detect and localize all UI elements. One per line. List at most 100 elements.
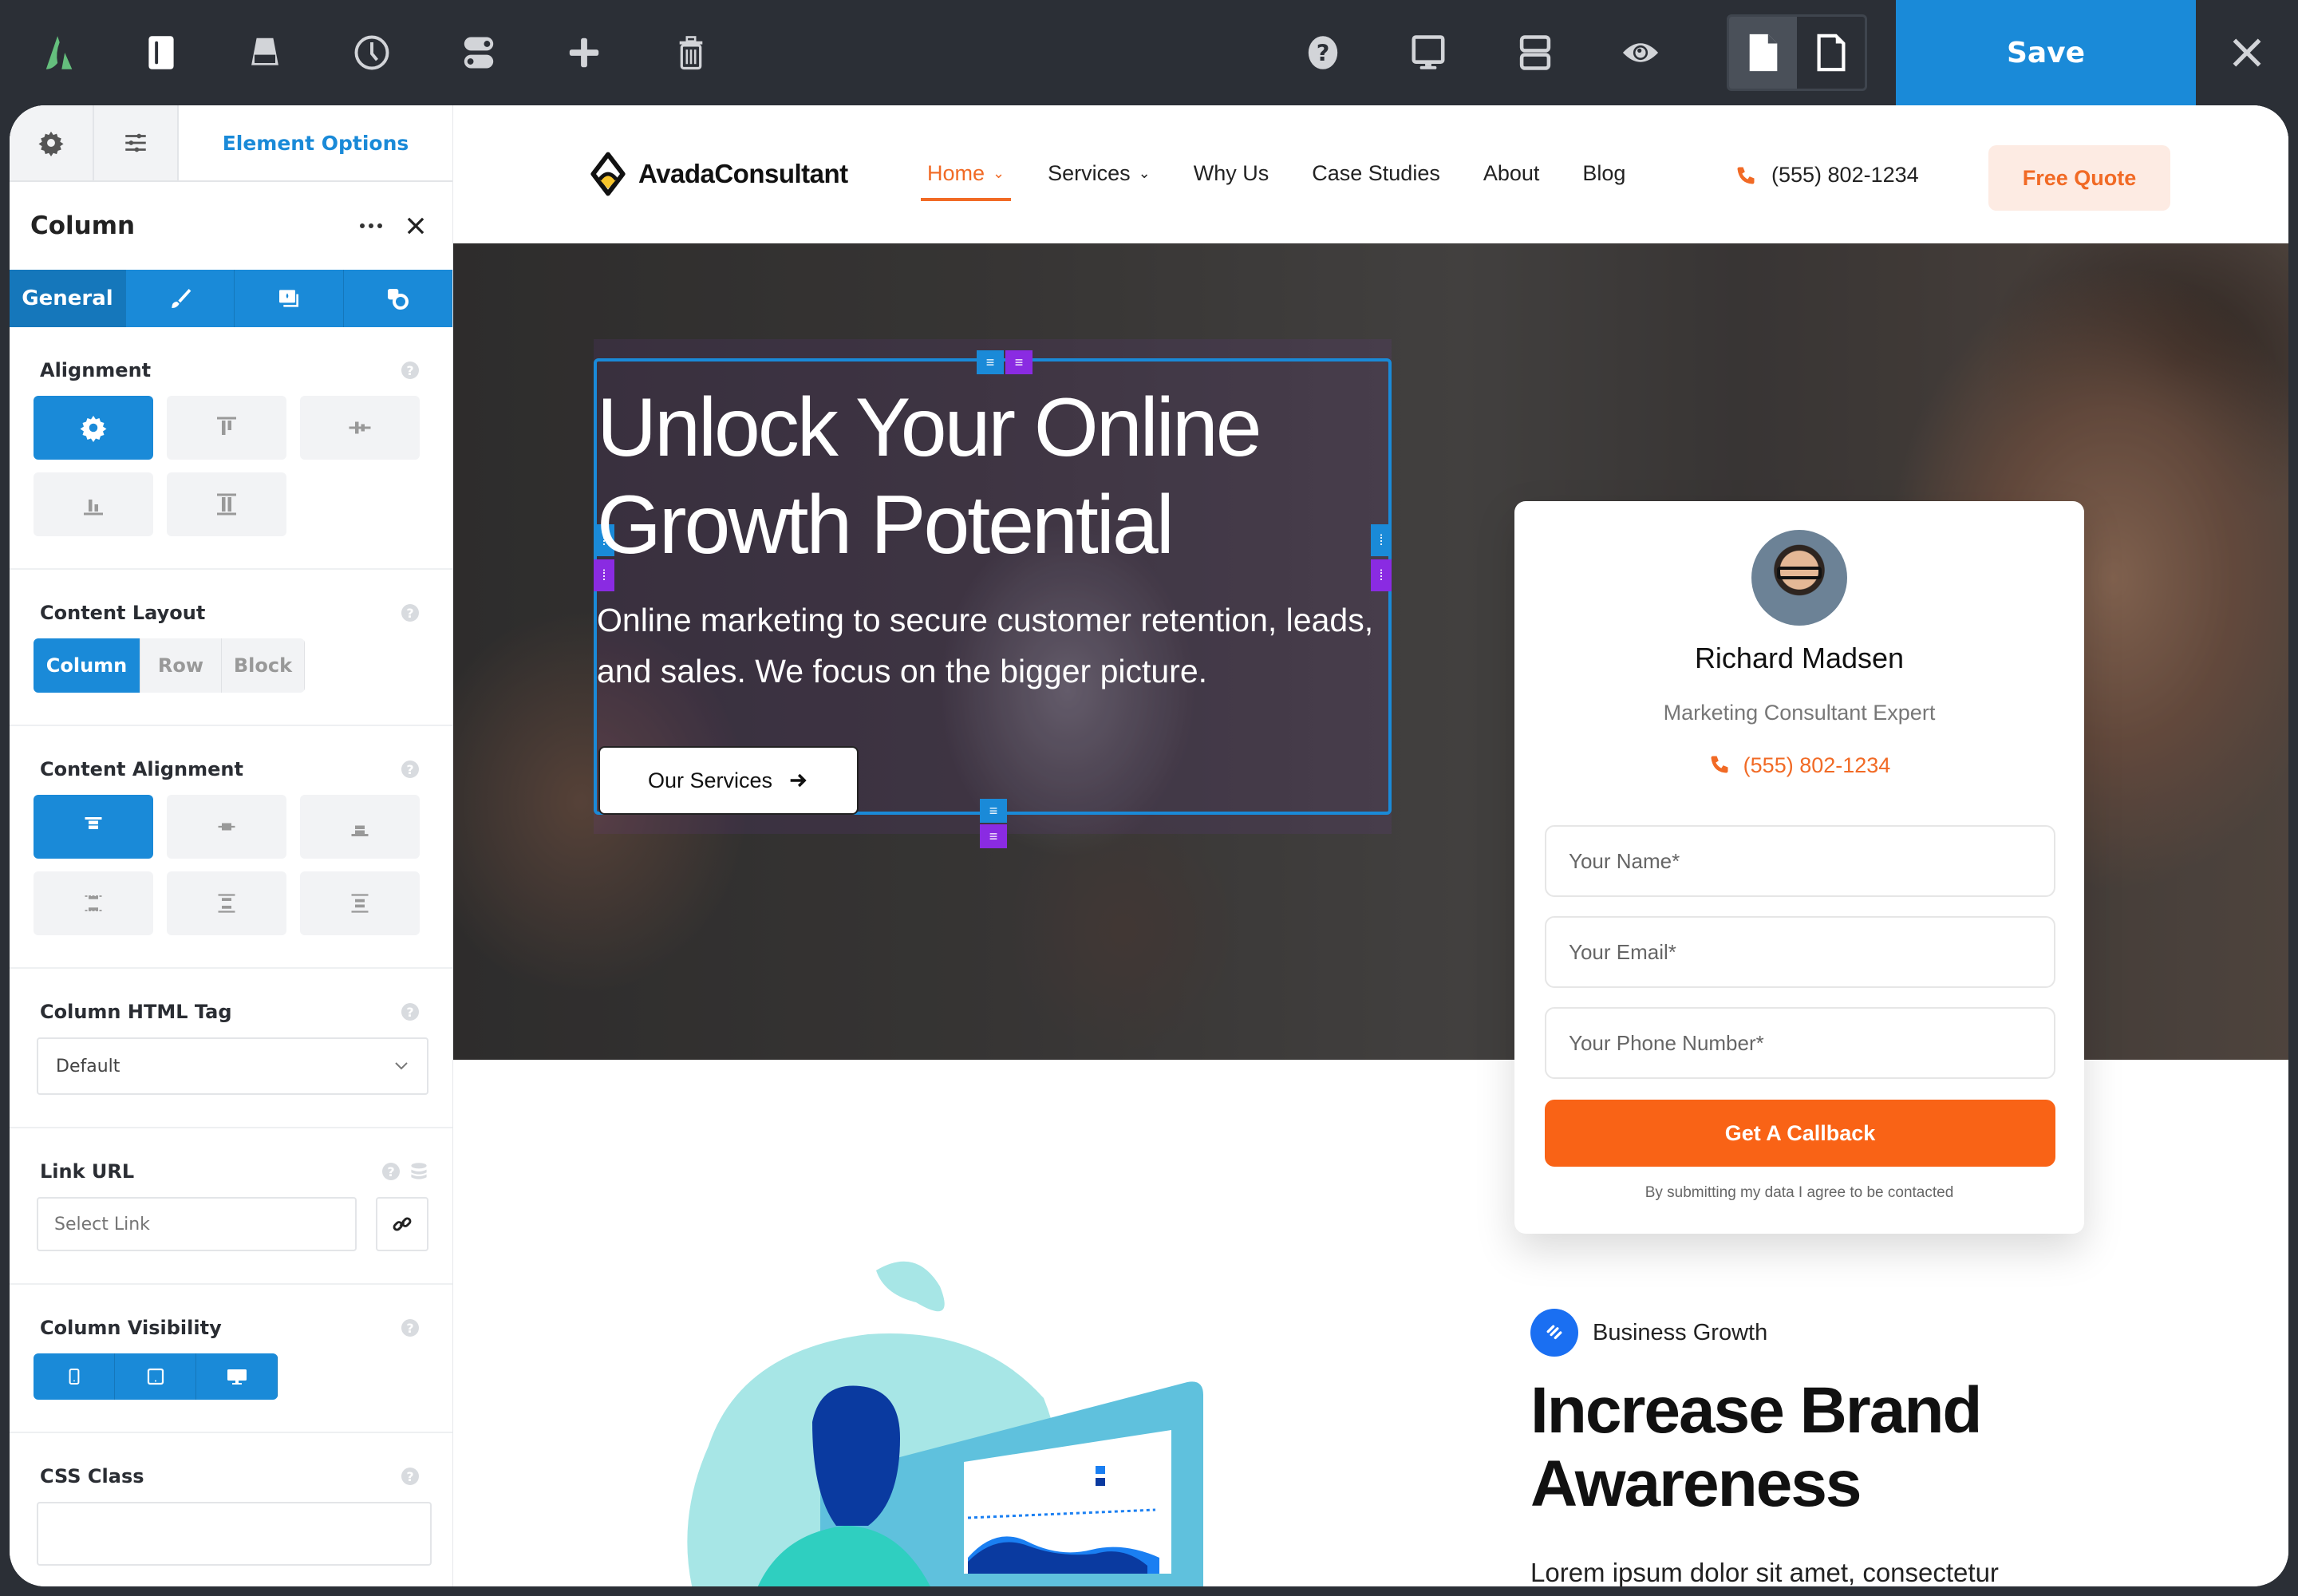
email-input[interactable]: [1545, 916, 2055, 988]
element-options-tab[interactable]: Element Options: [179, 105, 452, 180]
sidebar-toggle-icon[interactable]: [132, 24, 190, 81]
history-clock-icon[interactable]: [343, 24, 401, 81]
get-callback-button[interactable]: Get A Callback: [1545, 1100, 2055, 1167]
align-top-button[interactable]: [167, 396, 286, 460]
align-center-button[interactable]: [300, 396, 420, 460]
column-resize-handle-right[interactable]: ⁞: [1371, 524, 1392, 556]
tab-general[interactable]: General: [10, 270, 126, 327]
desktop-preview-icon[interactable]: [1400, 24, 1457, 81]
consultant-phone[interactable]: (555) 802-1234: [1514, 753, 2084, 778]
global-settings-tab[interactable]: [10, 105, 94, 180]
help-icon[interactable]: ?: [401, 1003, 419, 1021]
nav-item-case-studies[interactable]: Case Studies: [1312, 153, 1440, 193]
trash-icon[interactable]: [662, 24, 720, 81]
visibility-small-screen-button[interactable]: [34, 1353, 115, 1400]
extras-shapes-icon: [388, 289, 409, 310]
column-drag-handle-top[interactable]: ≡: [977, 350, 1004, 374]
align-bottom-button[interactable]: [34, 472, 153, 536]
tab-extras[interactable]: [344, 270, 452, 327]
nav-item-blog[interactable]: Blog: [1582, 153, 1625, 193]
layout-row-option[interactable]: Row: [140, 638, 222, 693]
desktop-icon: [227, 1369, 247, 1385]
badge-label: Business Growth: [1593, 1319, 1768, 1345]
container-drag-handle-bottom[interactable]: ≡: [980, 824, 1007, 848]
page-filled-button[interactable]: [1729, 17, 1797, 89]
builder-toolbar: ? Save: [0, 0, 2298, 105]
nav-item-about[interactable]: About: [1483, 153, 1540, 193]
css-class-input[interactable]: [37, 1502, 432, 1566]
tab-design[interactable]: [126, 270, 235, 327]
page-options-tab[interactable]: [94, 105, 179, 180]
builder-frame: Element Options Column General Alignment…: [10, 105, 2288, 1586]
justify-start-button[interactable]: [34, 795, 153, 859]
preview-eye-icon[interactable]: [1612, 24, 1669, 81]
main-nav: Home ⌄ Services ⌄ Why Us Case Studies About Blo…: [920, 153, 1625, 201]
link-url-input[interactable]: [37, 1197, 357, 1251]
container-drag-handle-top[interactable]: ≡: [1005, 350, 1033, 374]
nav-item-why-us[interactable]: Why Us: [1194, 153, 1269, 193]
close-builder-icon[interactable]: [2215, 24, 2279, 81]
alignment-section: Alignment ?: [10, 327, 452, 570]
column-drag-handle-bottom[interactable]: ≡: [980, 799, 1007, 823]
layout-column-option[interactable]: Column: [34, 638, 140, 693]
justify-end-button[interactable]: [300, 795, 420, 859]
link-url-label: Link URL: [40, 1160, 135, 1183]
container-resize-handle-right[interactable]: ⁞: [1371, 559, 1392, 591]
help-icon[interactable]: ?: [401, 361, 419, 379]
more-options-icon[interactable]: [355, 210, 387, 242]
name-input[interactable]: [1545, 825, 2055, 897]
content-alignment-label: Content Alignment: [40, 758, 243, 780]
chevron-down-icon: ⌄: [993, 164, 1005, 181]
add-plus-icon[interactable]: [555, 24, 613, 81]
visibility-medium-screen-button[interactable]: [115, 1353, 196, 1400]
avada-logo-icon[interactable]: [32, 24, 89, 81]
growth-icon: [1530, 1309, 1578, 1357]
page-outline-button[interactable]: [1797, 17, 1865, 89]
consent-text: By submitting my data I agree to be cont…: [1645, 1184, 1954, 1201]
align-center-icon: [349, 421, 371, 434]
gear-icon: [38, 131, 64, 156]
consultant-card: Richard Madsen Marketing Consultant Expe…: [1514, 501, 2084, 1234]
css-class-section: CSS Class ?: [10, 1433, 452, 1586]
free-quote-button[interactable]: Free Quote: [1988, 145, 2170, 211]
dynamic-data-icon[interactable]: [409, 1162, 428, 1181]
brand-logo-icon: [590, 152, 626, 196]
help-icon[interactable]: ?: [1294, 24, 1352, 81]
justify-space-evenly-button[interactable]: [300, 871, 420, 935]
nav-item-services[interactable]: Services ⌄: [1048, 153, 1151, 193]
visibility-large-screen-button[interactable]: [196, 1353, 278, 1400]
justify-space-between-button[interactable]: [34, 871, 153, 935]
header-phone[interactable]: (555) 802-1234: [1735, 163, 1919, 188]
align-stretch-button[interactable]: [167, 472, 286, 536]
nav-item-label: About: [1483, 160, 1540, 185]
help-icon[interactable]: ?: [401, 604, 419, 622]
help-icon[interactable]: ?: [382, 1163, 400, 1180]
our-services-button[interactable]: Our Services: [598, 746, 859, 815]
page-mode-toggle: [1727, 14, 1867, 91]
justify-space-around-button[interactable]: [167, 871, 286, 935]
content-layout-toggle: Column Row Block: [34, 638, 305, 693]
hero-title: Unlock Your Online Growth Potential: [597, 381, 1262, 571]
align-auto-button[interactable]: [34, 396, 153, 460]
help-icon[interactable]: ?: [401, 760, 419, 778]
close-panel-icon[interactable]: [400, 210, 432, 242]
site-logo[interactable]: AvadaConsultant: [589, 152, 848, 196]
phone-number-input[interactable]: [1545, 1007, 2055, 1079]
html-tag-select[interactable]: Default: [37, 1037, 428, 1095]
help-icon[interactable]: ?: [401, 1468, 419, 1485]
select-link-button[interactable]: [376, 1197, 428, 1251]
toggles-icon[interactable]: [450, 24, 507, 81]
layout-sections-icon[interactable]: [1506, 24, 1564, 81]
justify-center-button[interactable]: [167, 795, 286, 859]
library-icon[interactable]: [236, 24, 294, 81]
help-icon[interactable]: ?: [401, 1319, 419, 1337]
save-button[interactable]: Save: [1896, 0, 2196, 105]
layout-block-option[interactable]: Block: [222, 638, 305, 693]
brush-icon: [171, 289, 191, 308]
svg-text:?: ?: [1317, 39, 1330, 66]
element-options-panel: Element Options Column General Alignment…: [10, 105, 453, 1586]
nav-item-home[interactable]: Home ⌄: [920, 153, 1012, 201]
nav-item-label: Blog: [1582, 160, 1626, 185]
analytics-illustration: [687, 1261, 1203, 1586]
tab-background[interactable]: [235, 270, 344, 327]
